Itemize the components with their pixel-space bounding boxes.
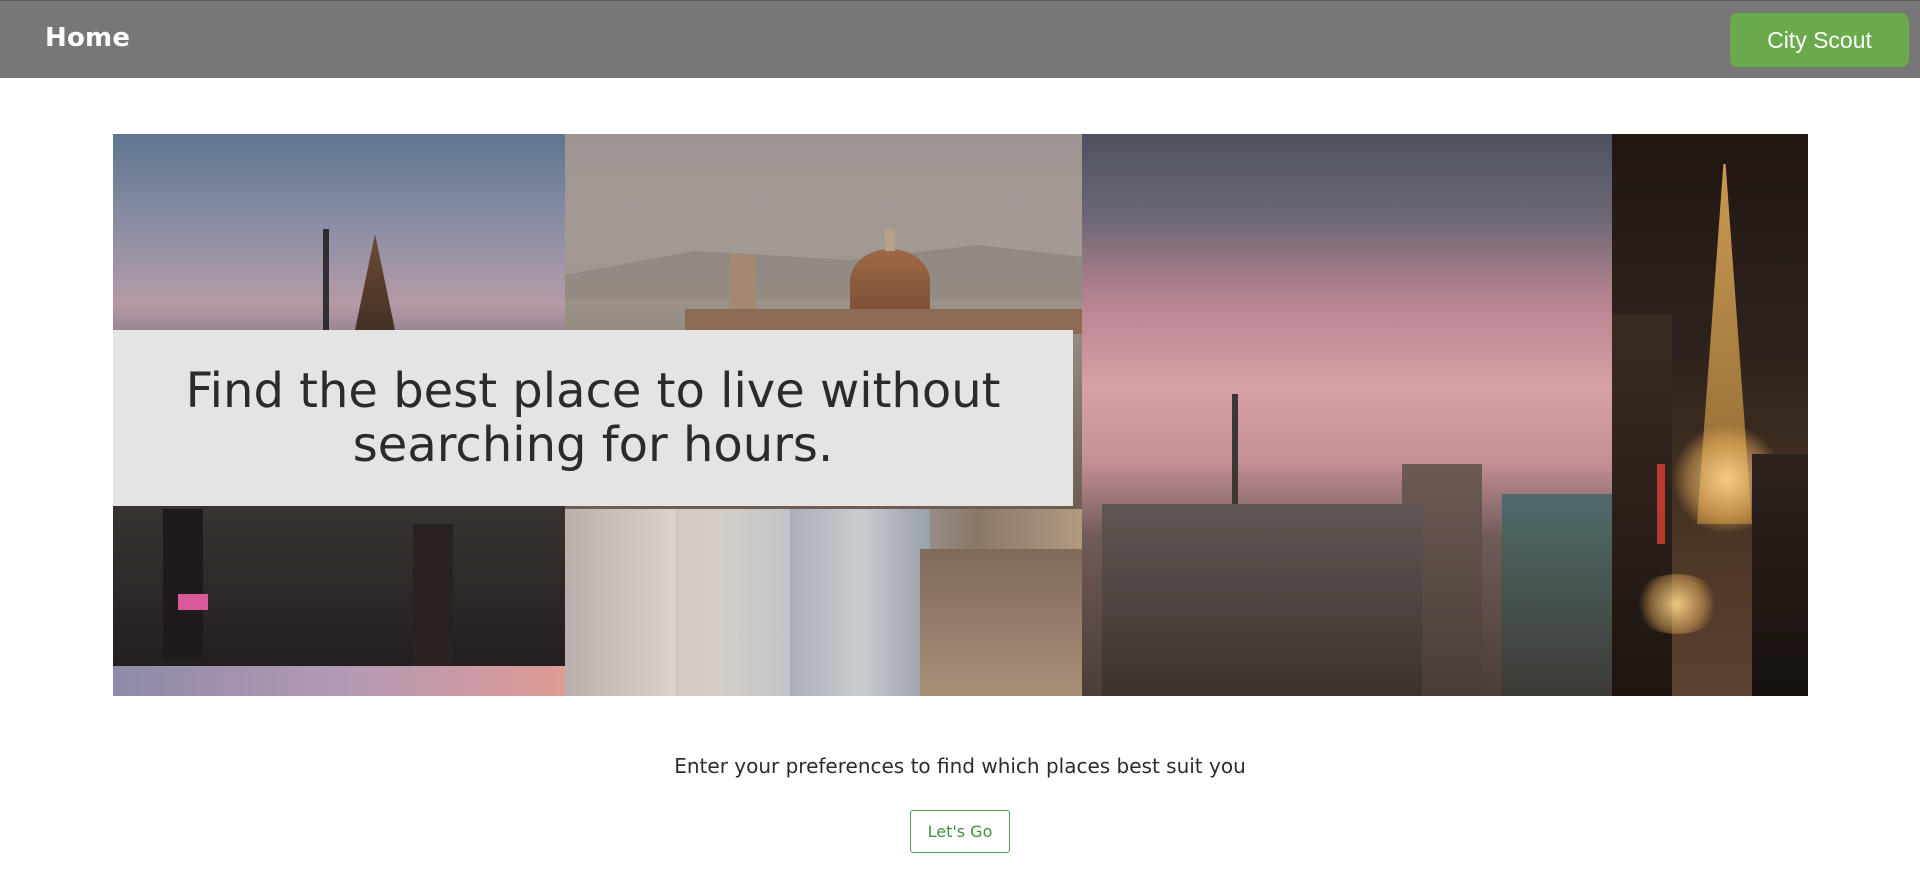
- street-building: [1752, 454, 1808, 696]
- neon-sign: [178, 594, 208, 610]
- cathedral-dome: [850, 249, 930, 314]
- distant-hills: [565, 245, 1082, 299]
- skyscraper: [413, 524, 453, 666]
- hero-image-sunset-strip: [113, 666, 603, 696]
- brand-button[interactable]: City Scout: [1730, 13, 1909, 67]
- hero-image-paris: [1082, 134, 1612, 696]
- hero-caption-box: Find the best place to live without sear…: [113, 330, 1073, 506]
- top-navbar: Home City Scout: [0, 0, 1920, 78]
- brick-building: [920, 549, 1082, 696]
- hero-image-buildings: [565, 509, 1082, 696]
- hero-title: Find the best place to live without sear…: [185, 363, 1001, 473]
- lets-go-button[interactable]: Let's Go: [910, 810, 1010, 853]
- haussmann-building: [1102, 504, 1422, 696]
- preferences-prompt: Enter your preferences to find which pla…: [674, 754, 1246, 778]
- hero-image-eiffel: [1612, 134, 1808, 696]
- skyscraper: [163, 509, 203, 659]
- dome-lantern: [885, 229, 895, 251]
- glass-tower: [790, 509, 930, 696]
- neon-sign: [1657, 464, 1665, 544]
- street-lights: [1632, 574, 1722, 634]
- home-link[interactable]: Home: [45, 23, 130, 53]
- stone-building: [565, 509, 675, 696]
- corner-building: [1502, 494, 1612, 696]
